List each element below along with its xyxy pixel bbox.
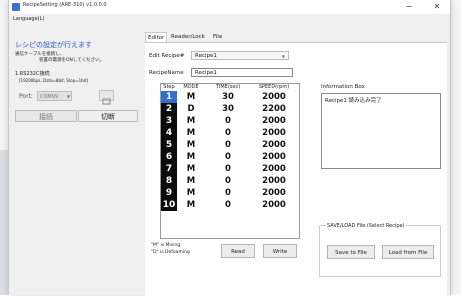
legend-defoaming: "D" is Defoaming bbox=[151, 250, 190, 255]
app-icon bbox=[12, 3, 20, 11]
step-cell[interactable]: 6 bbox=[161, 151, 177, 163]
menu-bar: Language(L) bbox=[9, 14, 450, 26]
status-title: レシピの設定が行えます bbox=[15, 41, 92, 49]
step-cell[interactable]: 4 bbox=[161, 127, 177, 139]
speed-cell[interactable]: 2000 bbox=[251, 115, 297, 127]
chevron-down-icon: ▼ bbox=[66, 94, 70, 99]
load-from-file-button[interactable]: Load from File bbox=[382, 245, 434, 259]
table-row[interactable]: 3 M 0 2000 bbox=[161, 115, 299, 127]
editor-panel: Edit Recipe# Recipe1 ▼ RecipeName Recipe… bbox=[145, 42, 447, 296]
table-row[interactable]: 5 M 0 2000 bbox=[161, 139, 299, 151]
time-cell[interactable]: 0 bbox=[205, 115, 251, 127]
mode-cell[interactable]: M bbox=[177, 175, 205, 187]
serial-section-title: 1.RS232C接続 bbox=[15, 71, 50, 77]
column-header-step: Step bbox=[163, 84, 175, 90]
tab-file[interactable]: File bbox=[211, 32, 224, 42]
connect-button[interactable]: 接続 bbox=[15, 110, 77, 122]
step-cell[interactable]: 7 bbox=[161, 163, 177, 175]
close-button[interactable]: ✕ bbox=[429, 1, 445, 13]
status-line-2: 装置の電源をONしてください。 bbox=[39, 58, 105, 63]
step-cell[interactable]: 2 bbox=[161, 103, 177, 115]
speed-cell[interactable]: 2000 bbox=[251, 151, 297, 163]
mode-cell[interactable]: M bbox=[177, 199, 205, 211]
recipe-grid: Step MODE TIME(sec) SPEED(rpm) 1 M 30 20… bbox=[160, 83, 300, 239]
speed-cell[interactable]: 2000 bbox=[251, 187, 297, 199]
mode-cell[interactable]: M bbox=[177, 115, 205, 127]
info-box-title: Information Box bbox=[321, 84, 365, 90]
mode-cell[interactable]: M bbox=[177, 127, 205, 139]
time-cell[interactable]: 30 bbox=[205, 103, 251, 115]
recipe-name-label: RecipeName bbox=[149, 70, 184, 76]
step-cell[interactable]: 1 bbox=[161, 91, 177, 103]
tab-reader-lock[interactable]: Reader/Lock bbox=[169, 32, 207, 42]
speed-cell[interactable]: 2000 bbox=[251, 175, 297, 187]
title-bar: RecipeSetting (ARE-310) v1.0.0.0 − ✕ bbox=[9, 0, 450, 14]
time-cell[interactable]: 0 bbox=[205, 127, 251, 139]
step-cell[interactable]: 5 bbox=[161, 139, 177, 151]
table-row[interactable]: 6 M 0 2000 bbox=[161, 151, 299, 163]
time-cell[interactable]: 0 bbox=[205, 139, 251, 151]
table-row[interactable]: 1 M 30 2000 bbox=[161, 91, 299, 103]
mode-cell[interactable]: M bbox=[177, 91, 205, 103]
minimize-button[interactable]: − bbox=[401, 1, 417, 13]
chevron-down-icon: ▼ bbox=[281, 54, 285, 59]
legend-mixing: "M" is Mixing bbox=[151, 243, 181, 248]
port-value: COM99 bbox=[40, 94, 59, 100]
speed-cell[interactable]: 2000 bbox=[251, 163, 297, 175]
save-load-title: SAVE/LOAD File (Select Recipe) bbox=[326, 223, 406, 229]
serial-params: [19200bps, Data=8bit, Stop=1bit] bbox=[19, 78, 88, 83]
recipe-name-input[interactable]: Recipe1 bbox=[191, 68, 293, 77]
save-load-group: SAVE/LOAD File (Select Recipe) Save to F… bbox=[319, 223, 441, 277]
table-row[interactable]: 4 M 0 2000 bbox=[161, 127, 299, 139]
time-cell[interactable]: 0 bbox=[205, 187, 251, 199]
status-instructions: 通信ケーブルを接続し、 装置の電源をONしてください。 bbox=[15, 52, 135, 64]
port-select[interactable]: COM99 ▼ bbox=[37, 91, 72, 101]
port-refresh-button[interactable] bbox=[99, 90, 114, 105]
read-button[interactable]: Read bbox=[221, 244, 255, 258]
time-cell[interactable]: 0 bbox=[205, 163, 251, 175]
column-header-speed: SPEED(rpm) bbox=[258, 84, 290, 90]
write-button[interactable]: Write bbox=[263, 244, 297, 258]
column-header-time: TIME(sec) bbox=[215, 84, 241, 90]
edit-recipe-value: Recipe1 bbox=[195, 53, 217, 59]
time-cell[interactable]: 0 bbox=[205, 175, 251, 187]
table-row[interactable]: 10 M 0 2000 bbox=[161, 199, 299, 211]
column-header-mode: MODE bbox=[183, 84, 199, 90]
step-cell[interactable]: 10 bbox=[161, 199, 177, 211]
table-row[interactable]: 9 M 0 2000 bbox=[161, 187, 299, 199]
table-row[interactable]: 2 D 30 2200 bbox=[161, 103, 299, 115]
table-row[interactable]: 7 M 0 2000 bbox=[161, 163, 299, 175]
time-cell[interactable]: 30 bbox=[205, 91, 251, 103]
step-cell[interactable]: 9 bbox=[161, 187, 177, 199]
disconnect-button[interactable]: 切断 bbox=[78, 110, 138, 122]
time-cell[interactable]: 0 bbox=[205, 199, 251, 211]
edit-recipe-label: Edit Recipe# bbox=[149, 53, 185, 59]
save-to-file-button[interactable]: Save to File bbox=[327, 245, 375, 259]
speed-cell[interactable]: 2000 bbox=[251, 139, 297, 151]
speed-cell[interactable]: 2000 bbox=[251, 91, 297, 103]
recipe-setting-window: RecipeSetting (ARE-310) v1.0.0.0 − ✕ Lan… bbox=[8, 0, 451, 296]
port-refresh-icon bbox=[102, 98, 111, 105]
speed-cell[interactable]: 2000 bbox=[251, 127, 297, 139]
mode-cell[interactable]: M bbox=[177, 187, 205, 199]
window-title: RecipeSetting (ARE-310) v1.0.0.0 bbox=[23, 2, 107, 8]
mode-cell[interactable]: M bbox=[177, 139, 205, 151]
edit-recipe-select[interactable]: Recipe1 ▼ bbox=[191, 51, 289, 60]
step-cell[interactable]: 8 bbox=[161, 175, 177, 187]
time-cell[interactable]: 0 bbox=[205, 151, 251, 163]
step-cell[interactable]: 3 bbox=[161, 115, 177, 127]
table-row[interactable]: 8 M 0 2000 bbox=[161, 175, 299, 187]
connection-panel: レシピの設定が行えます 通信ケーブルを接続し、 装置の電源をONしてください。 … bbox=[9, 26, 139, 295]
speed-cell[interactable]: 2200 bbox=[251, 103, 297, 115]
speed-cell[interactable]: 2000 bbox=[251, 199, 297, 211]
mode-cell[interactable]: M bbox=[177, 163, 205, 175]
menu-language[interactable]: Language(L) bbox=[13, 16, 44, 22]
mode-cell[interactable]: D bbox=[177, 103, 205, 115]
port-label: Port: bbox=[19, 93, 33, 100]
mode-cell[interactable]: M bbox=[177, 151, 205, 163]
info-box: Recipe1 読み込み完了 bbox=[321, 93, 441, 169]
